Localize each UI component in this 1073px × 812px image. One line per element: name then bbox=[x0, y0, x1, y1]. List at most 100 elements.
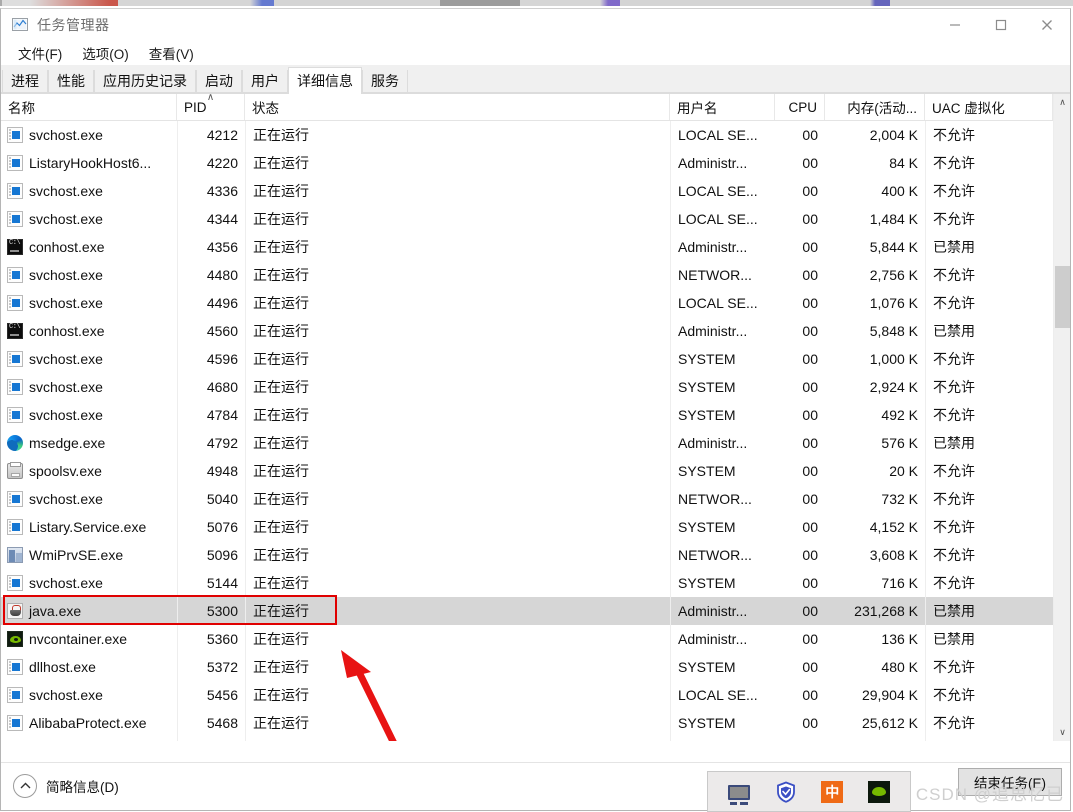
cell-status: 正在运行 bbox=[245, 569, 670, 597]
cell-username: LOCAL SE... bbox=[670, 205, 775, 233]
caption-buttons bbox=[932, 9, 1070, 41]
table-row[interactable]: svchost.exe 5456 正在运行 LOCAL SE... 00 29,904 K… bbox=[1, 681, 1070, 709]
tab-processes[interactable]: 进程 bbox=[2, 70, 48, 93]
table-row[interactable]: spoolsv.exe 4948 正在运行 SYSTEM 00 20 K 不允许 bbox=[1, 457, 1070, 485]
table-row[interactable]: dllhost.exe 5372 正在运行 SYSTEM 00 480 K 不允许 bbox=[1, 653, 1070, 681]
cell-username: SYSTEM bbox=[670, 709, 775, 737]
vertical-scrollbar[interactable]: ∧ ∨ bbox=[1053, 94, 1070, 741]
table-row[interactable]: nvcontainer.exe 5360 正在运行 Administr... 00 136… bbox=[1, 625, 1070, 653]
menu-view[interactable]: 查看(V) bbox=[140, 41, 203, 65]
cell-uac: 不允许 bbox=[925, 709, 1053, 737]
process-name-label: svchost.exe bbox=[29, 267, 103, 283]
process-name-label: Listary.Service.exe bbox=[29, 519, 147, 535]
cell-memory: 492 K bbox=[881, 407, 918, 423]
cell-process-name: svchost.exe bbox=[1, 261, 177, 289]
cell-pid: 4948 bbox=[177, 457, 245, 485]
cell-cpu: 00 bbox=[802, 463, 818, 479]
monitor-icon[interactable] bbox=[728, 784, 751, 805]
cell-uac: 不允许 bbox=[925, 261, 1053, 289]
cell-pid: 4212 bbox=[177, 121, 245, 149]
scroll-down-arrow-icon[interactable]: ∨ bbox=[1054, 724, 1070, 741]
csdn-watermark: CSDN @追思忆已 bbox=[915, 785, 1064, 804]
table-row[interactable]: svchost.exe 4344 正在运行 LOCAL SE... 00 1,484 K 不… bbox=[1, 205, 1070, 233]
table-row[interactable]: conhost.exe 4356正在运行Administr... 00 5,844 K… bbox=[1, 233, 1070, 261]
cell-uac: 已禁用 bbox=[925, 233, 1053, 261]
scroll-up-arrow-icon[interactable]: ∧ bbox=[1054, 94, 1070, 111]
cell-memory: 400 K bbox=[881, 183, 918, 199]
tab-performance[interactable]: 性能 bbox=[48, 70, 94, 93]
cell-memory: 5,844 K bbox=[869, 239, 918, 255]
table-row[interactable]: Listary.Service.exe 5076 正在运行 SYSTEM 00 4,152… bbox=[1, 513, 1070, 541]
cell-process-name: svchost.exe bbox=[1, 569, 177, 597]
table-row[interactable]: AlibabaProtect.exe 5468 正在运行 SYSTEM 00 25,612… bbox=[1, 709, 1070, 737]
cell-uac: 不允许 bbox=[925, 457, 1053, 485]
table-row[interactable]: java.exe 5300 正在运行 Administr... 00 231,268 K 已… bbox=[1, 597, 1070, 625]
tab-users[interactable]: 用户 bbox=[242, 70, 288, 93]
table-row[interactable]: Everything.exe5484正在运行SYSTEM00476 K不允许 bbox=[1, 737, 1070, 741]
tab-startup[interactable]: 启动 bbox=[196, 70, 242, 93]
process-name-label: msedge.exe bbox=[29, 435, 106, 451]
tab-services[interactable]: 服务 bbox=[362, 70, 408, 93]
cell-memory: 1,484 K bbox=[869, 211, 918, 227]
cell-process-name: Everything.exe bbox=[1, 737, 177, 741]
cell-username: Administr... bbox=[670, 597, 775, 625]
table-row[interactable]: svchost.exe 5040 正在运行 NETWOR... 00 732 K 不允许 bbox=[1, 485, 1070, 513]
scrollbar-thumb[interactable] bbox=[1055, 266, 1070, 328]
cell-memory: 4,152 K bbox=[869, 519, 918, 535]
process-name-label: nvcontainer.exe bbox=[29, 631, 128, 647]
task-manager-icon bbox=[11, 16, 29, 34]
column-header-status[interactable]: 状态 bbox=[245, 94, 670, 120]
tab-app-history[interactable]: 应用历史记录 bbox=[94, 70, 196, 93]
table-row[interactable]: msedge.exe 4792 正在运行 Administr... 00 576 K 已禁用 bbox=[1, 429, 1070, 457]
column-header-uac[interactable]: UAC 虚拟化 bbox=[925, 94, 1053, 120]
table-row[interactable]: svchost.exe 4212 正在运行 LOCAL SE... 00 2,004 K 不… bbox=[1, 121, 1070, 149]
column-header-name[interactable]: 名称 bbox=[1, 94, 177, 120]
table-row[interactable]: svchost.exe 4784 正在运行 SYSTEM 00 492 K 不允许 bbox=[1, 401, 1070, 429]
ime-chinese-icon[interactable]: 中 bbox=[821, 780, 844, 803]
nvidia-icon[interactable] bbox=[867, 780, 890, 803]
fewer-details-button[interactable]: 简略信息(D) bbox=[13, 774, 119, 798]
column-header-pid[interactable]: PID ∧ bbox=[177, 94, 245, 120]
system-tray-flyout: 中 bbox=[707, 771, 911, 812]
table-row[interactable]: svchost.exe 4496 正在运行 LOCAL SE... 00 1,076 K 不… bbox=[1, 289, 1070, 317]
cell-cpu: 00 bbox=[802, 351, 818, 367]
minimize-button[interactable] bbox=[932, 9, 978, 41]
table-row[interactable]: conhost.exe 4560正在运行Administr... 00 5,848 K… bbox=[1, 317, 1070, 345]
column-header-username[interactable]: 用户名 bbox=[670, 94, 775, 120]
chevron-up-circle-icon bbox=[13, 774, 37, 798]
java-icon bbox=[7, 603, 23, 619]
cell-uac: 不允许 bbox=[925, 541, 1053, 569]
table-row[interactable]: svchost.exe 4680 正在运行 SYSTEM 00 2,924 K 不允许 bbox=[1, 373, 1070, 401]
cell-memory: 2,004 K bbox=[869, 127, 918, 143]
close-button[interactable] bbox=[1024, 9, 1070, 41]
process-name-label: conhost.exe bbox=[29, 323, 105, 339]
table-row[interactable]: svchost.exe 4336 正在运行 LOCAL SE... 00 400 K 不允许 bbox=[1, 177, 1070, 205]
table-row[interactable]: svchost.exe 4480 正在运行 NETWOR... 00 2,756 K 不允许 bbox=[1, 261, 1070, 289]
cell-pid: 4680 bbox=[177, 373, 245, 401]
svchost-icon bbox=[7, 127, 23, 143]
table-row[interactable]: WmiPrvSE.exe 5096 正在运行 NETWOR... 00 3,608 K 不允… bbox=[1, 541, 1070, 569]
cell-process-name: svchost.exe bbox=[1, 485, 177, 513]
menu-options[interactable]: 选项(O) bbox=[73, 41, 138, 65]
cell-pid: 4496 bbox=[177, 289, 245, 317]
cell-cpu: 00 bbox=[802, 547, 818, 563]
shield-icon[interactable] bbox=[775, 781, 797, 803]
cell-uac: 不允许 bbox=[925, 121, 1053, 149]
cell-cpu: 00 bbox=[802, 631, 818, 647]
cell-username: NETWOR... bbox=[670, 485, 775, 513]
cell-status: 正在运行 bbox=[245, 205, 670, 233]
cell-status: 正在运行 bbox=[245, 317, 670, 345]
cell-memory: 25,612 K bbox=[861, 715, 918, 731]
menu-file[interactable]: 文件(F) bbox=[9, 41, 71, 65]
process-name-label: WmiPrvSE.exe bbox=[29, 547, 124, 563]
column-header-cpu[interactable]: CPU bbox=[775, 94, 825, 120]
column-header-memory[interactable]: 内存(活动... bbox=[825, 94, 925, 120]
table-row[interactable]: ListaryHookHost6... 4220 正在运行 Administr... 0… bbox=[1, 149, 1070, 177]
cell-pid: 5040 bbox=[177, 485, 245, 513]
cell-uac: 不允许 bbox=[925, 681, 1053, 709]
table-row[interactable]: svchost.exe 4596 正在运行 SYSTEM 00 1,000 K 不允许 bbox=[1, 345, 1070, 373]
cell-cpu: 00 bbox=[802, 687, 818, 703]
table-row[interactable]: svchost.exe 5144 正在运行 SYSTEM 00 716 K 不允许 bbox=[1, 569, 1070, 597]
maximize-button[interactable] bbox=[978, 9, 1024, 41]
tab-details[interactable]: 详细信息 bbox=[288, 67, 362, 94]
